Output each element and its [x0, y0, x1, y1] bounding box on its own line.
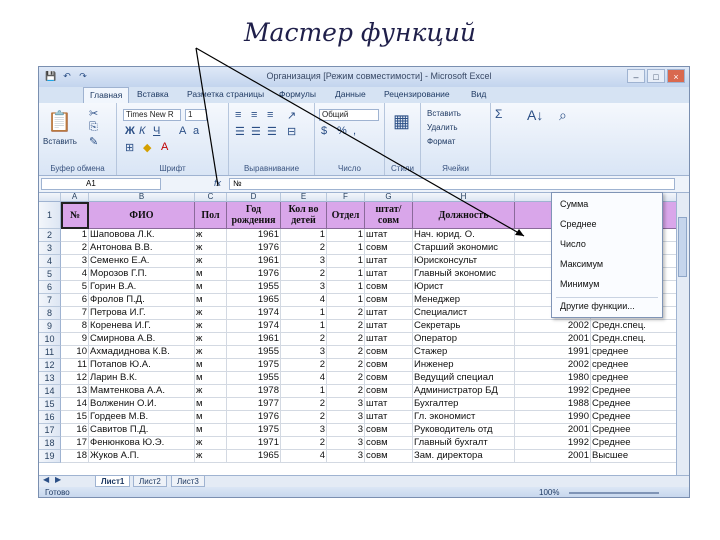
annotation-arrows: [195, 47, 525, 237]
arrow-to-fx-button: [195, 47, 219, 187]
arrow-to-more-functions: [195, 47, 525, 237]
arrowhead-icon: [515, 229, 524, 236]
